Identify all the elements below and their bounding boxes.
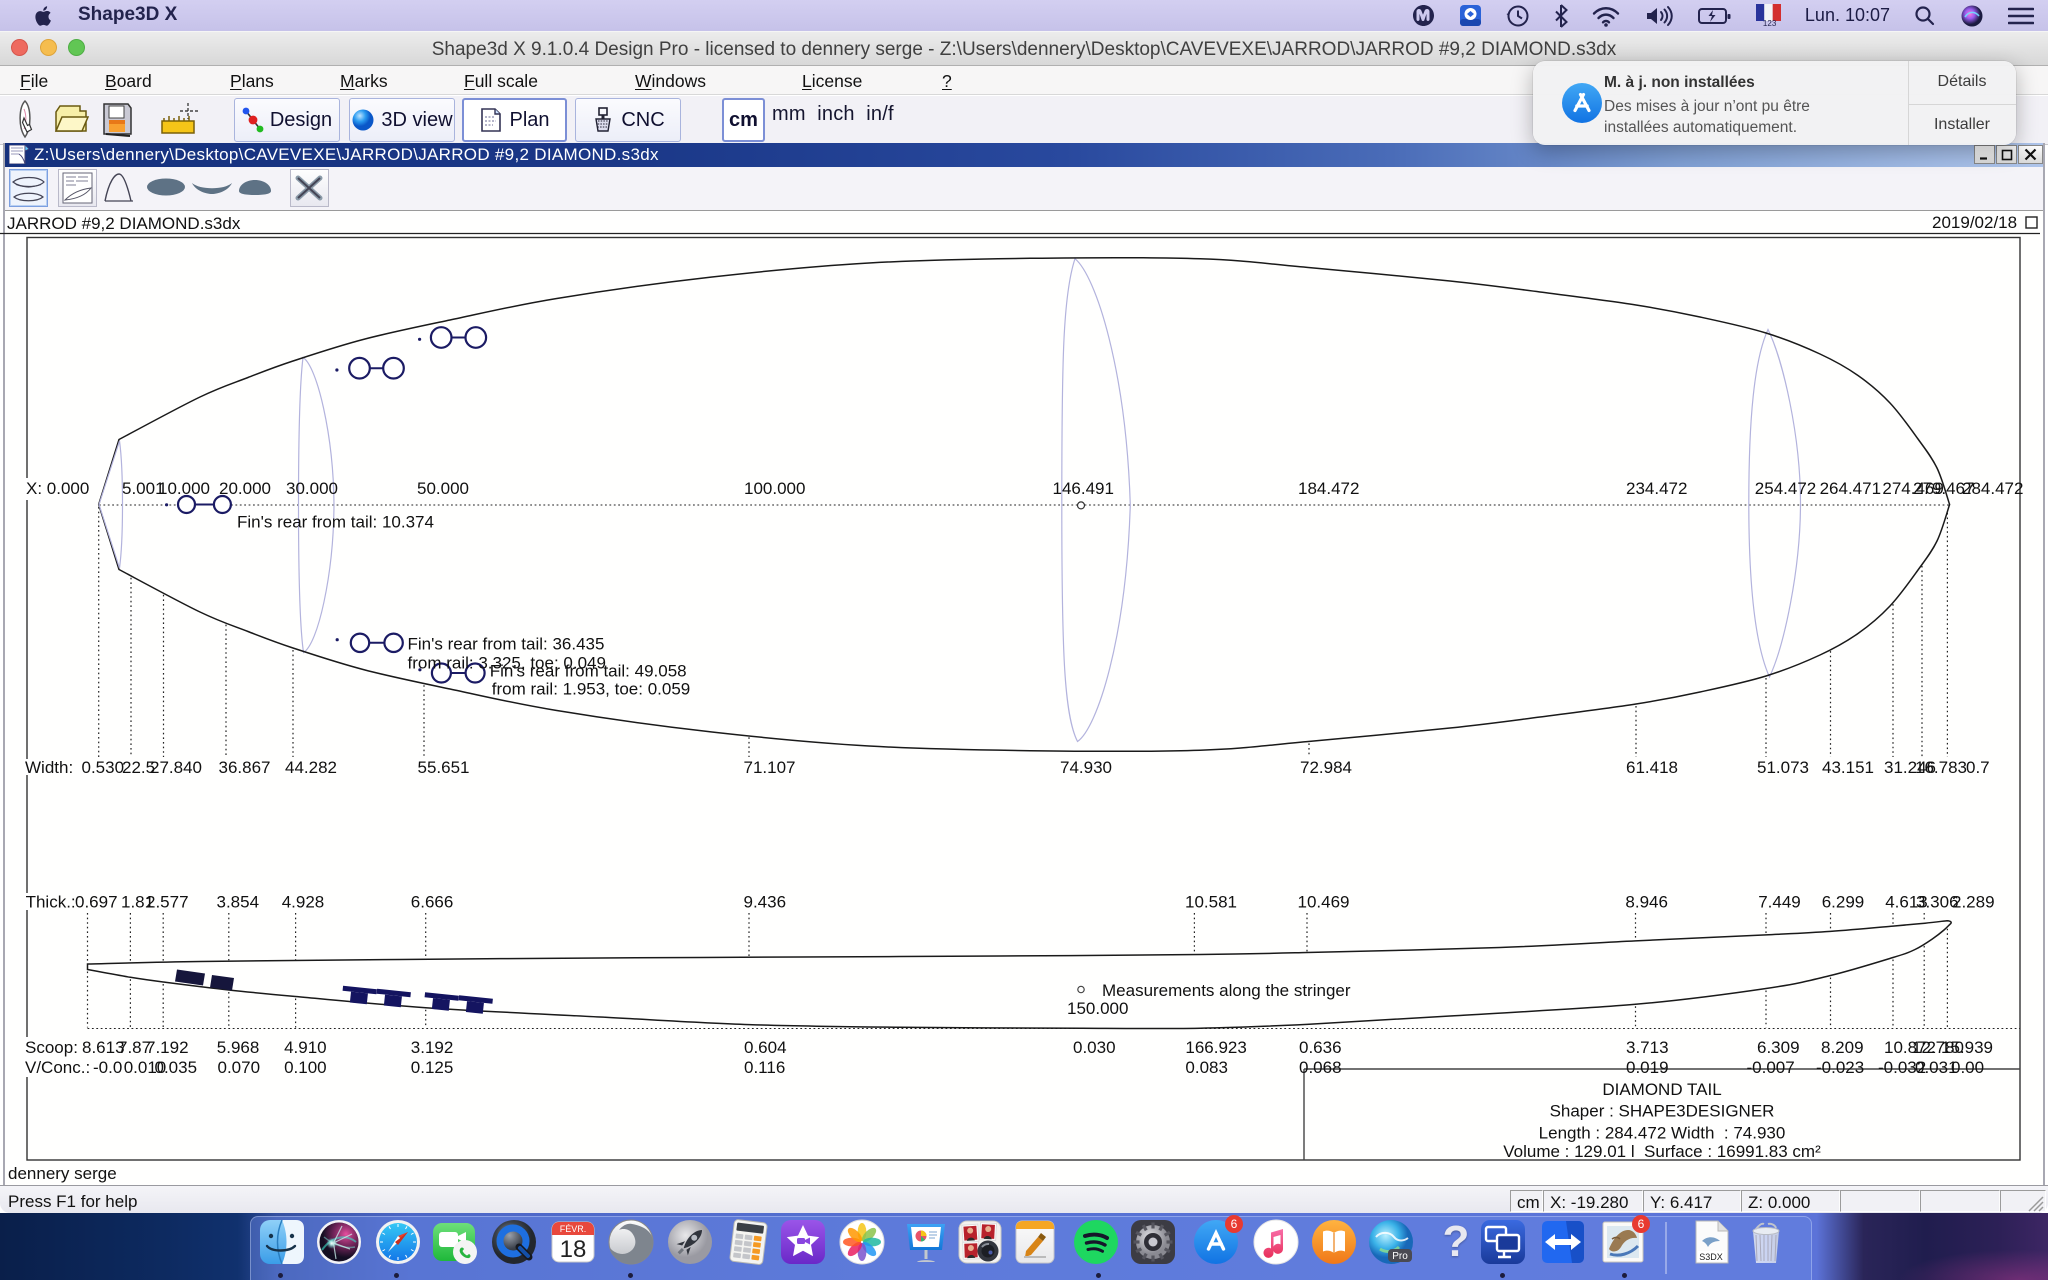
svg-text:Fin's rear from tail: 36.435: Fin's rear from tail: 36.435: [408, 635, 605, 654]
svg-text:0.030: 0.030: [1073, 1038, 1116, 1057]
svg-text:0.068: 0.068: [1299, 1058, 1342, 1077]
svg-text:JARROD #9,2 DIAMOND.s3dx: JARROD #9,2 DIAMOND.s3dx: [7, 214, 241, 233]
svg-text:27.840: 27.840: [150, 758, 202, 777]
svg-text:Volume : 129.01 l Surface : 1: Volume : 129.01 l Surface : 16991.83 cm²: [1503, 1142, 1821, 1161]
svg-text:Length : 284.472 Width : 74.9: Length : 284.472 Width : 74.930: [1539, 1124, 1786, 1143]
svg-text:0.604: 0.604: [744, 1038, 787, 1057]
svg-text:Thick.:: Thick.:: [26, 893, 76, 912]
svg-text:0.116: 0.116: [744, 1058, 785, 1077]
svg-text:6.299: 6.299: [1822, 893, 1865, 912]
svg-text:0.7: 0.7: [1966, 758, 1990, 777]
svg-text:284.472: 284.472: [1962, 479, 2023, 498]
svg-text:FÉVR.: FÉVR.: [560, 1224, 587, 1234]
svg-text:Fin's rear from tail: 49.058: Fin's rear from tail: 49.058: [490, 661, 687, 680]
svg-text:72.984: 72.984: [1300, 758, 1352, 777]
svg-text:0.070: 0.070: [218, 1058, 261, 1077]
svg-text:18: 18: [560, 1236, 587, 1263]
svg-text:50.000: 50.000: [417, 479, 469, 498]
svg-text:S3DX: S3DX: [1699, 1252, 1723, 1262]
svg-text:16.783: 16.783: [1915, 758, 1967, 777]
svg-text:X: 0.000: X: 0.000: [26, 479, 89, 498]
svg-text:-0.023: -0.023: [1816, 1058, 1864, 1077]
svg-text:DIAMOND TAIL: DIAMOND TAIL: [1602, 1080, 1721, 1099]
svg-text:51.073: 51.073: [1757, 758, 1809, 777]
svg-text:2.289: 2.289: [1952, 893, 1995, 912]
svg-text:5.968: 5.968: [217, 1038, 260, 1057]
svg-text:3.713: 3.713: [1626, 1038, 1669, 1057]
svg-text:7.192: 7.192: [146, 1038, 189, 1057]
svg-text:30.000: 30.000: [286, 479, 338, 498]
svg-text:36.867: 36.867: [219, 758, 271, 777]
svg-text:10.000: 10.000: [158, 479, 210, 498]
svg-text:0.083: 0.083: [1185, 1058, 1228, 1077]
svg-text:10.469: 10.469: [1298, 893, 1350, 912]
svg-text:7.449: 7.449: [1758, 893, 1801, 912]
svg-text:74.930: 74.930: [1060, 758, 1112, 777]
svg-text:-0.0: -0.0: [93, 1058, 122, 1077]
svg-text:100.000: 100.000: [744, 479, 805, 498]
svg-text:4.910: 4.910: [284, 1038, 327, 1057]
svg-text:71.107: 71.107: [744, 758, 796, 777]
svg-text:10.581: 10.581: [1185, 893, 1237, 912]
svg-text:Shaper : SHAPE3DESIGNER: Shaper : SHAPE3DESIGNER: [1550, 1102, 1775, 1121]
svg-text:Width:: Width:: [25, 758, 73, 777]
svg-text:0.100: 0.100: [284, 1058, 327, 1077]
svg-text:from rail: 1.953, toe: 0.059: from rail: 1.953, toe: 0.059: [492, 680, 690, 699]
svg-text:15.939: 15.939: [1941, 1038, 1993, 1057]
svg-text:264.471: 264.471: [1820, 479, 1881, 498]
svg-text:55.651: 55.651: [418, 758, 470, 777]
svg-text:61.418: 61.418: [1626, 758, 1678, 777]
svg-text:0.00: 0.00: [1951, 1058, 1984, 1077]
svg-text:0.035: 0.035: [155, 1058, 198, 1077]
svg-text:Scoop:: Scoop:: [25, 1038, 78, 1057]
svg-text:3.192: 3.192: [411, 1038, 454, 1057]
svg-text:V/Conc.:: V/Conc.:: [25, 1058, 90, 1077]
svg-text:3.854: 3.854: [217, 893, 260, 912]
svg-text:184.472: 184.472: [1298, 479, 1359, 498]
svg-text:6.309: 6.309: [1757, 1038, 1800, 1057]
svg-text:146.491: 146.491: [1053, 479, 1114, 498]
svg-text:-0.007: -0.007: [1747, 1058, 1795, 1077]
svg-text:6.666: 6.666: [411, 893, 454, 912]
svg-text:Measurements along the stringe: Measurements along the stringer: [1102, 981, 1351, 1000]
svg-text:Fin's rear from tail: 10.374: Fin's rear from tail: 10.374: [237, 513, 434, 532]
svg-text:0.530: 0.530: [82, 758, 125, 777]
svg-text:150.000: 150.000: [1067, 999, 1128, 1018]
svg-text:8.209: 8.209: [1821, 1038, 1864, 1057]
svg-text:166.923: 166.923: [1185, 1038, 1246, 1057]
svg-text:9.436: 9.436: [744, 893, 787, 912]
svg-text:234.472: 234.472: [1626, 479, 1687, 498]
svg-text:0.697: 0.697: [75, 893, 118, 912]
svg-text:2.577: 2.577: [146, 893, 189, 912]
svg-text:8.946: 8.946: [1625, 893, 1668, 912]
svg-text:2019/02/18: 2019/02/18: [1932, 213, 2017, 232]
svg-text:4.928: 4.928: [282, 893, 325, 912]
svg-text:20.000: 20.000: [219, 479, 271, 498]
svg-text:0.125: 0.125: [411, 1058, 454, 1077]
svg-text:0.019: 0.019: [1626, 1058, 1669, 1077]
svg-text:Pro: Pro: [1392, 1251, 1408, 1262]
svg-text:0.636: 0.636: [1299, 1038, 1342, 1057]
svg-text:44.282: 44.282: [285, 758, 337, 777]
svg-text:254.472: 254.472: [1755, 479, 1816, 498]
svg-text:43.151: 43.151: [1822, 758, 1874, 777]
